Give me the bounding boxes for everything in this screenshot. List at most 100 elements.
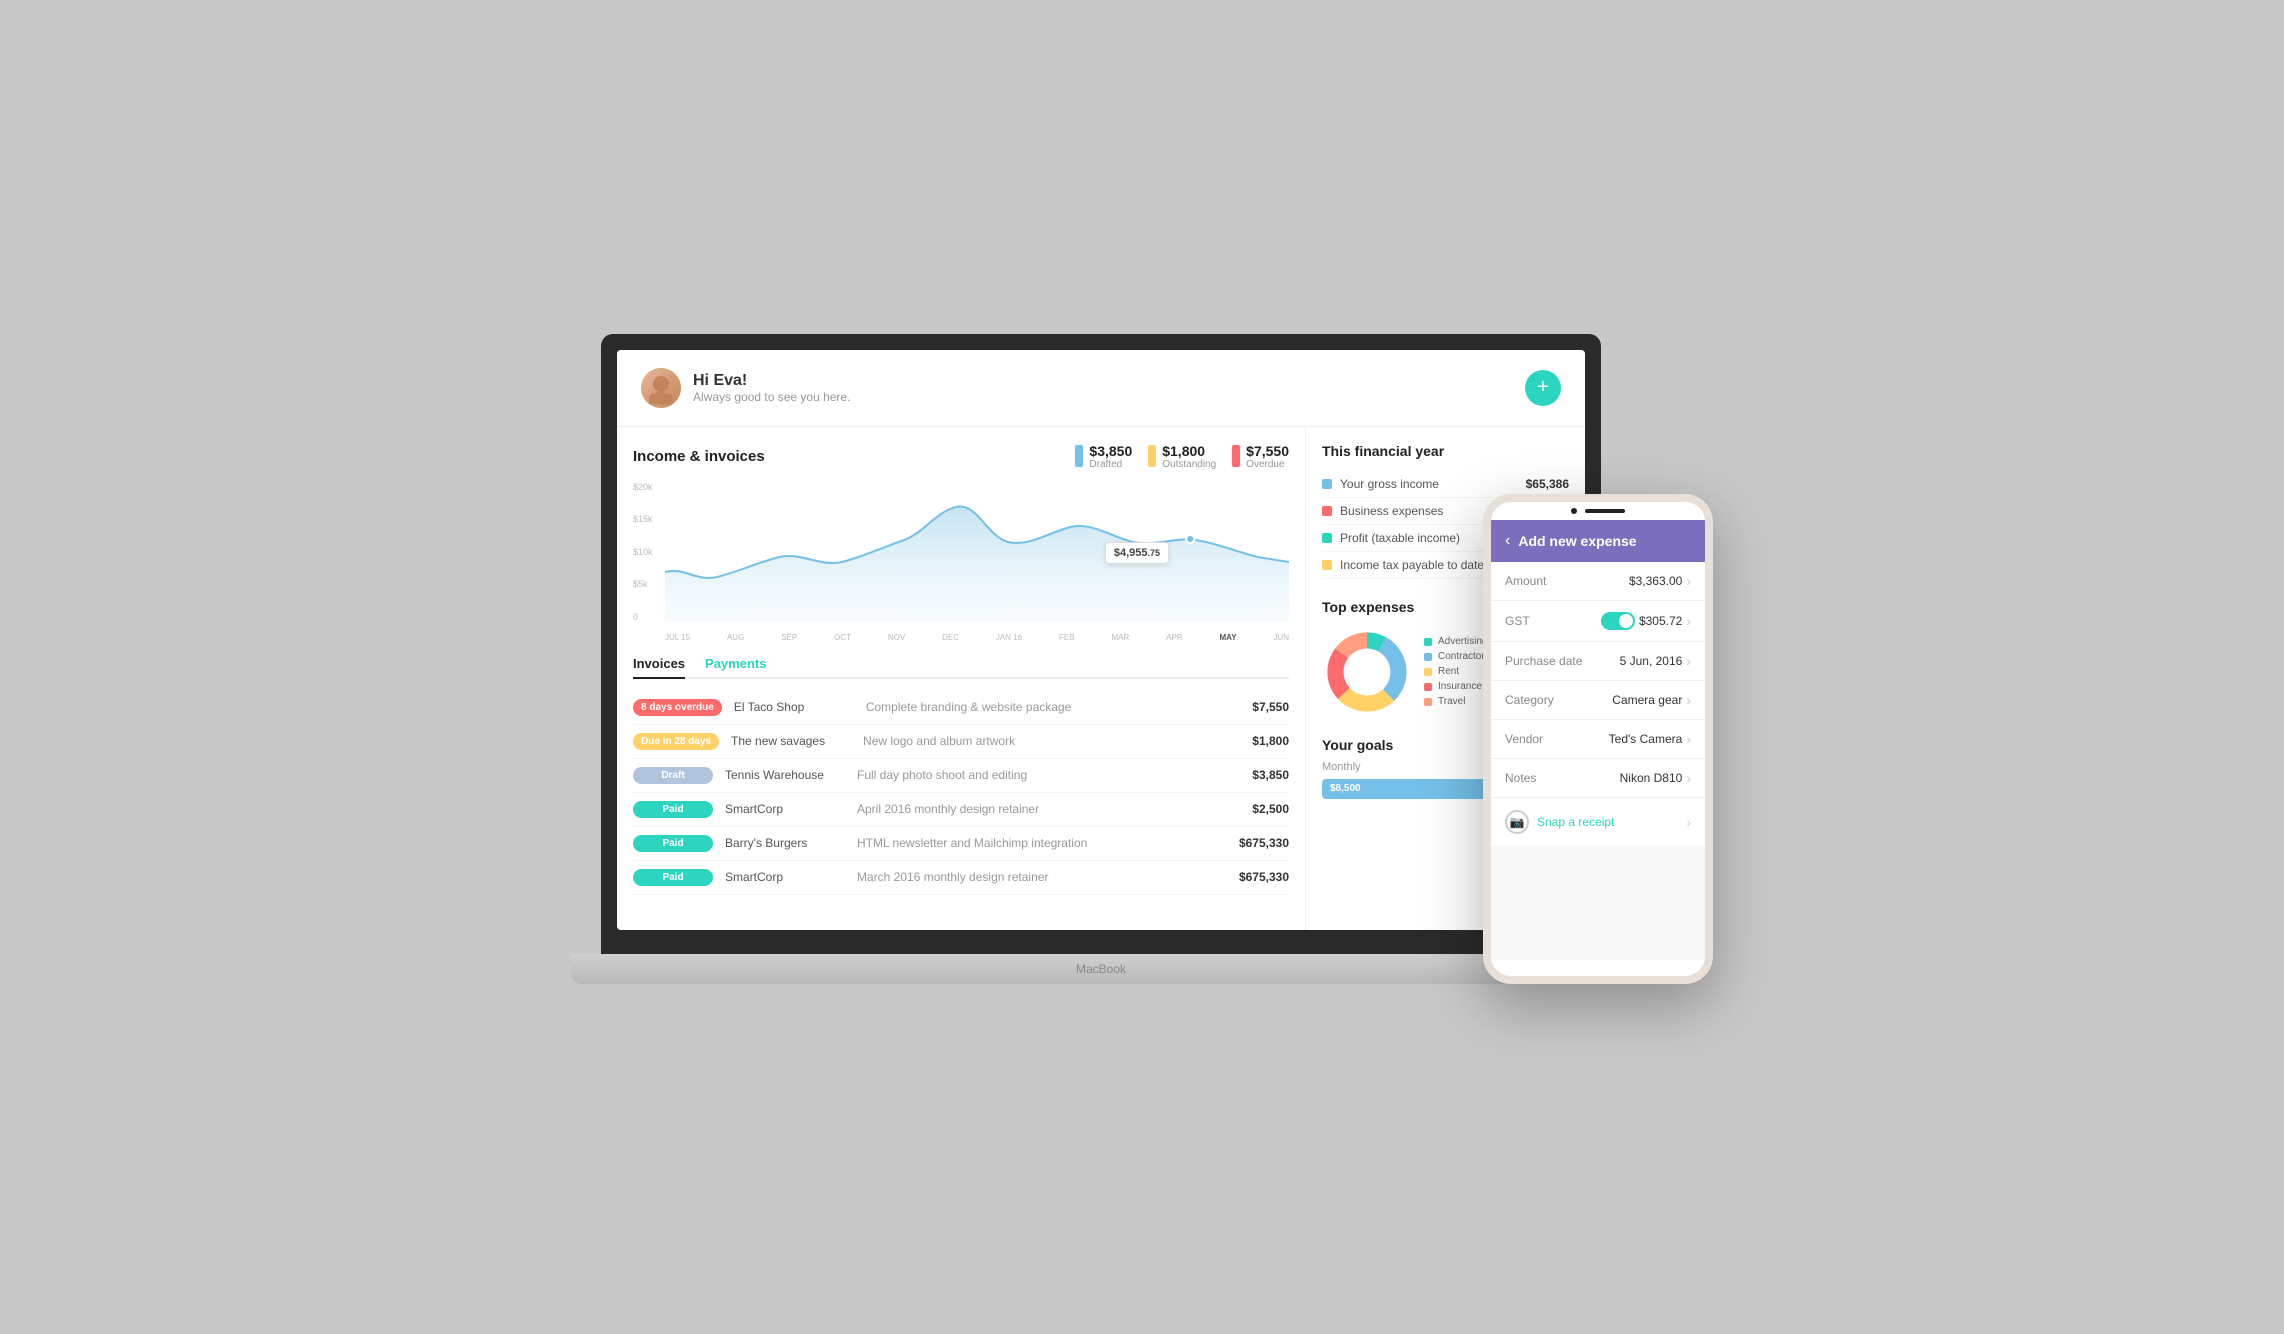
phone-row-category[interactable]: Category Camera gear › bbox=[1491, 681, 1705, 720]
status-badge: Paid bbox=[633, 869, 713, 886]
phone-row-notes[interactable]: Notes Nikon D810 › bbox=[1491, 759, 1705, 798]
snap-label: Snap a receipt bbox=[1537, 815, 1614, 829]
x-aug: AUG bbox=[727, 633, 744, 642]
legend-dot-travel bbox=[1424, 698, 1432, 706]
financial-year-title: This financial year bbox=[1322, 443, 1569, 459]
macbook-label: MacBook bbox=[571, 954, 1631, 984]
phone-label-category: Category bbox=[1505, 693, 1554, 707]
chart-svg bbox=[665, 482, 1289, 622]
fy-dot-gross bbox=[1322, 479, 1332, 489]
legend-item-contractors: Contractors bbox=[1424, 651, 1490, 662]
gst-toggle[interactable] bbox=[1601, 612, 1635, 630]
fy-label-profit: Profit (taxable income) bbox=[1340, 531, 1460, 545]
invoice-client: The new savages bbox=[731, 734, 851, 748]
phone-row-vendor[interactable]: Vendor Ted's Camera › bbox=[1491, 720, 1705, 759]
status-badge: Due in 28 days bbox=[633, 733, 719, 750]
fy-row-left: Income tax payable to date bbox=[1322, 558, 1484, 572]
donut-chart bbox=[1322, 627, 1412, 717]
y-label-5k: $5k bbox=[633, 579, 653, 589]
invoice-desc: Full day photo shoot and editing bbox=[857, 768, 1207, 782]
macbook-screen-outer: Hi Eva! Always good to see you here. + I… bbox=[601, 334, 1601, 954]
invoice-desc: New logo and album artwork bbox=[863, 734, 1207, 748]
phone-row-gst[interactable]: GST $305.72 › bbox=[1491, 601, 1705, 642]
chevron-right-icon: › bbox=[1686, 770, 1691, 786]
invoice-desc: Complete branding & website package bbox=[866, 700, 1207, 714]
main-panel: Income & invoices $3,850 Drafted bbox=[617, 427, 1305, 930]
table-row: Paid SmartCorp April 2016 monthly design… bbox=[633, 793, 1289, 827]
fy-row-left: Your gross income bbox=[1322, 477, 1439, 491]
add-button[interactable]: + bbox=[1525, 370, 1561, 406]
legend-item-insurance: Insurance bbox=[1424, 681, 1490, 692]
x-nov: NOV bbox=[888, 633, 905, 642]
legend-dot-advertising bbox=[1424, 638, 1432, 646]
fy-label-expenses: Business expenses bbox=[1340, 504, 1443, 518]
status-badge: Draft bbox=[633, 767, 713, 784]
phone-row-purchase-date[interactable]: Purchase date 5 Jun, 2016 › bbox=[1491, 642, 1705, 681]
drafted-amount: $3,850 bbox=[1089, 443, 1132, 459]
invoice-desc: April 2016 monthly design retainer bbox=[857, 802, 1207, 816]
outstanding-label: Outstanding bbox=[1162, 459, 1216, 470]
chart-dot bbox=[1186, 535, 1194, 543]
legend-outstanding: $1,800 Outstanding bbox=[1148, 443, 1216, 470]
tab-payments[interactable]: Payments bbox=[705, 650, 766, 677]
fy-dot-expenses bbox=[1322, 506, 1332, 516]
tab-invoices[interactable]: Invoices bbox=[633, 650, 685, 679]
invoice-amount: $675,330 bbox=[1219, 836, 1289, 850]
legend-item-travel: Travel bbox=[1424, 696, 1490, 707]
invoice-client: SmartCorp bbox=[725, 870, 845, 884]
legend-outstanding-info: $1,800 Outstanding bbox=[1162, 443, 1216, 470]
phone-snap-receipt[interactable]: 📷 Snap a receipt › bbox=[1491, 798, 1705, 846]
fy-label-tax: Income tax payable to date bbox=[1340, 558, 1484, 572]
legend-outstanding-dot bbox=[1148, 445, 1156, 467]
donut-legend: Advertising Contractors Rent bbox=[1424, 636, 1490, 707]
legend-label-travel: Travel bbox=[1438, 696, 1465, 707]
legend-label-advertising: Advertising bbox=[1438, 636, 1487, 647]
snap-left: 📷 Snap a receipt bbox=[1505, 810, 1614, 834]
invoice-desc: March 2016 monthly design retainer bbox=[857, 870, 1207, 884]
status-badge: Paid bbox=[633, 801, 713, 818]
phone-value-amount: $3,363.00 › bbox=[1629, 573, 1691, 589]
greeting: Hi Eva! Always good to see you here. bbox=[693, 372, 850, 404]
x-jan: JAN 16 bbox=[996, 633, 1022, 642]
phone-value-purchase-date: 5 Jun, 2016 › bbox=[1620, 653, 1691, 669]
legend-dot-contractors bbox=[1424, 653, 1432, 661]
chevron-right-icon: › bbox=[1686, 613, 1691, 629]
invoice-desc: HTML newsletter and Mailchimp integratio… bbox=[857, 836, 1207, 850]
fy-row-left: Profit (taxable income) bbox=[1322, 531, 1460, 545]
x-apr: APR bbox=[1166, 633, 1182, 642]
chart-y-labels: $20k $15k $10k $5k 0 bbox=[633, 482, 653, 622]
chevron-right-icon: › bbox=[1686, 573, 1691, 589]
fy-row-left: Business expenses bbox=[1322, 504, 1443, 518]
phone-label-amount: Amount bbox=[1505, 574, 1546, 588]
camera-icon: 📷 bbox=[1505, 810, 1529, 834]
x-dec: DEC bbox=[942, 633, 959, 642]
phone-value-gst: $305.72 › bbox=[1601, 612, 1691, 630]
y-label-10k: $10k bbox=[633, 547, 653, 557]
chart-svg-wrap: $4,955.75 bbox=[665, 482, 1289, 622]
legend-overdue: $7,550 Overdue bbox=[1232, 443, 1289, 470]
app-header: Hi Eva! Always good to see you here. + bbox=[617, 350, 1585, 427]
income-title: Income & invoices bbox=[633, 448, 765, 465]
invoice-amount: $3,850 bbox=[1219, 768, 1289, 782]
phone-back-button[interactable]: ‹ bbox=[1505, 532, 1510, 550]
table-row: Draft Tennis Warehouse Full day photo sh… bbox=[633, 759, 1289, 793]
invoice-list: 8 days overdue El Taco Shop Complete bra… bbox=[633, 691, 1289, 895]
phone-body: Amount $3,363.00 › GST $305.72 › Purc bbox=[1491, 562, 1705, 846]
overdue-label: Overdue bbox=[1246, 459, 1289, 470]
invoice-client: SmartCorp bbox=[725, 802, 845, 816]
y-label-20k: $20k bbox=[633, 482, 653, 492]
status-badge: 8 days overdue bbox=[633, 699, 722, 716]
legend-drafted-dot bbox=[1075, 445, 1083, 467]
goal-bar-value: $8,500 bbox=[1330, 783, 1361, 794]
invoice-amount: $7,550 bbox=[1219, 700, 1289, 714]
invoice-client: Barry's Burgers bbox=[725, 836, 845, 850]
phone-notch bbox=[1491, 502, 1705, 520]
macbook-body: MacBook bbox=[571, 954, 1631, 984]
phone-row-amount[interactable]: Amount $3,363.00 › bbox=[1491, 562, 1705, 601]
avatar-image bbox=[641, 368, 681, 408]
legend-drafted-info: $3,850 Drafted bbox=[1089, 443, 1132, 470]
phone-screen: ‹ Add new expense Amount $3,363.00 › GST… bbox=[1491, 520, 1705, 960]
x-jun: JUN bbox=[1273, 633, 1289, 642]
chevron-right-icon: › bbox=[1686, 692, 1691, 708]
fy-dot-profit bbox=[1322, 533, 1332, 543]
